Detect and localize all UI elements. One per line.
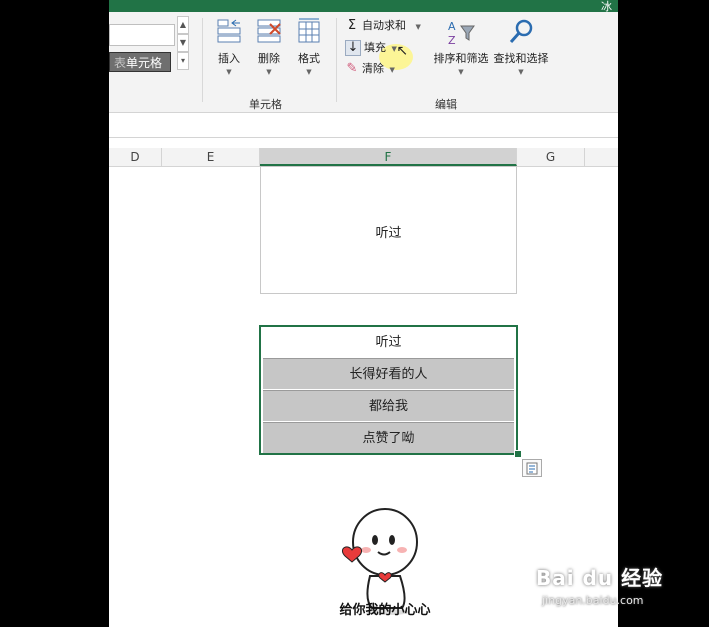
column-header-g[interactable]: G <box>517 148 585 166</box>
range-cell[interactable]: 长得好看的人 <box>263 358 514 389</box>
ribbon-separator <box>336 18 337 102</box>
delete-label: 删除 <box>258 52 280 65</box>
eraser-icon: ✎ <box>346 61 358 76</box>
cells-group-label: 单元格 <box>249 98 282 111</box>
watermark-brand: Bai du 经验 <box>536 566 664 590</box>
range-cell[interactable]: 都给我 <box>263 390 514 421</box>
svg-text:Z: Z <box>448 34 456 46</box>
insert-cells-icon <box>217 19 241 43</box>
insert-label: 插入 <box>218 52 240 65</box>
auto-fill-options-icon[interactable] <box>522 459 542 477</box>
clear-button[interactable]: ✎ 清除 ▼ <box>345 60 395 78</box>
chevron-down-icon: ▼ <box>518 68 524 76</box>
merged-cell-f[interactable]: 听过 <box>260 166 517 294</box>
format-label: 格式 <box>298 52 320 65</box>
fill-button[interactable]: ↓ 填充 ▼ ↖ <box>345 38 409 59</box>
chevron-down-icon: ▼ <box>306 68 312 76</box>
magnifier-icon <box>509 19 533 43</box>
cell-text: 听过 <box>375 226 402 241</box>
chevron-down-icon: ▼ <box>389 66 395 74</box>
chevron-down-icon: ▼ <box>226 68 232 76</box>
find-select-label: 查找和选择 <box>493 52 549 65</box>
baidu-jingyan-watermark: Bai du 经验 jingyan.baidu.com <box>536 548 696 608</box>
gallery-more[interactable]: ▾ <box>177 52 189 70</box>
formula-bar[interactable] <box>109 113 618 138</box>
editing-group-label: 编辑 <box>435 98 457 111</box>
column-header-next[interactable] <box>585 148 618 166</box>
sticker-caption: 给你我的小心心 <box>339 603 431 618</box>
column-header-e[interactable]: E <box>162 148 260 166</box>
styles-input[interactable] <box>109 24 175 46</box>
ribbon-separator <box>202 18 203 102</box>
column-header-f[interactable]: F <box>260 148 517 166</box>
gallery-scroll-down[interactable]: ▼ <box>177 34 189 52</box>
delete-button[interactable]: 删除 ▼ <box>251 18 287 76</box>
ribbon: ▲ ▼ ▾ 表单元格 插入 ▼ 删除 ▼ 格式 ▼ 单元格 Σ 自动求和 ▼ ↓… <box>109 12 618 113</box>
range-cell[interactable]: 点赞了呦 <box>263 422 514 453</box>
gallery-scroll-up[interactable]: ▲ <box>177 16 189 34</box>
find-select-button[interactable]: 查找和选择 ▼ <box>491 18 551 76</box>
fill-down-icon: ↓ <box>345 40 361 56</box>
watermark-url: jingyan.baidu.com <box>542 594 644 607</box>
chevron-down-icon: ▼ <box>458 68 464 76</box>
format-cells-icon <box>298 18 320 43</box>
cell-style-button[interactable]: 表单元格 <box>109 52 171 72</box>
delete-cells-icon <box>257 19 281 43</box>
svg-text:A: A <box>448 20 456 33</box>
sort-filter-icon: A Z <box>448 20 475 46</box>
fill-handle[interactable] <box>514 450 522 458</box>
range-cell[interactable]: 听过 <box>263 327 514 358</box>
chevron-down-icon: ▼ <box>266 68 272 76</box>
mouse-cursor-icon: ↖ <box>396 43 409 59</box>
format-button[interactable]: 格式 ▼ <box>291 18 327 76</box>
insert-button[interactable]: 插入 ▼ <box>211 18 247 76</box>
title-bar: 冰 <box>109 0 618 13</box>
column-header-row: D E F G <box>109 148 618 167</box>
sort-filter-label: 排序和筛选 <box>433 52 489 65</box>
sigma-icon: Σ <box>347 18 357 33</box>
selected-range[interactable]: 听过 长得好看的人 都给我 点赞了呦 <box>259 325 518 455</box>
autosum-button[interactable]: Σ 自动求和 ▼ <box>345 17 421 35</box>
excel-window: 冰 ▲ ▼ ▾ 表单元格 插入 ▼ 删除 ▼ 格式 ▼ 单元格 Σ 自动求和 ▼… <box>109 0 618 627</box>
chevron-down-icon: ▼ <box>415 23 421 31</box>
sort-filter-button[interactable]: A Z 排序和筛选 ▼ <box>431 18 491 76</box>
column-header-d[interactable]: D <box>109 148 162 166</box>
